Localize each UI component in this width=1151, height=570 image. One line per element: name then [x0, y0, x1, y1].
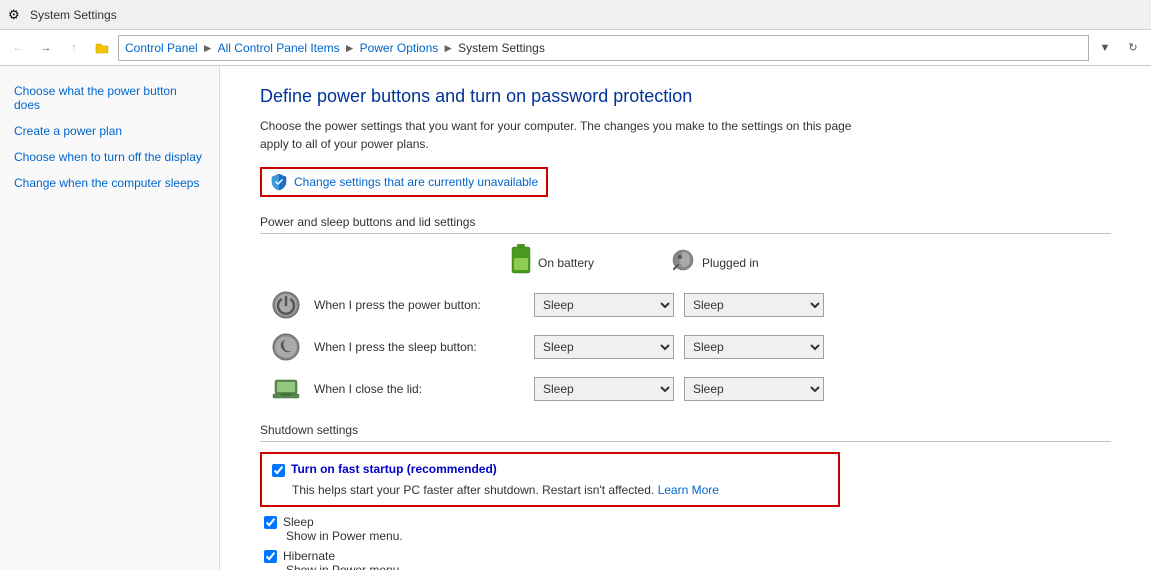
fast-startup-desc: This helps start your PC faster after sh…	[272, 483, 828, 497]
pluggedin-col-label: Plugged in	[702, 256, 759, 270]
shutdown-section-title: Shutdown settings	[260, 423, 1111, 442]
sleep-button-battery-select[interactable]: Sleep Do nothing Hibernate Shut down Tur…	[534, 335, 674, 359]
lid-icon	[270, 373, 302, 405]
main-content: Choose what the power button does Create…	[0, 66, 1151, 570]
dropdown-button[interactable]: ▼	[1093, 36, 1117, 60]
change-settings-text[interactable]: Change settings that are currently unava…	[294, 175, 538, 189]
power-button-battery-select[interactable]: Sleep Do nothing Hibernate Shut down Tur…	[534, 293, 674, 317]
back-button[interactable]: ←	[6, 36, 30, 60]
title-bar: ⚙ System Settings	[0, 0, 1151, 30]
power-button-icon	[270, 289, 302, 321]
lid-label: When I close the lid:	[314, 382, 534, 396]
power-button-dropdowns: Sleep Do nothing Hibernate Shut down Tur…	[534, 293, 824, 317]
right-panel: Define power buttons and turn on passwor…	[220, 66, 1151, 570]
power-button-label: When I press the power button:	[314, 298, 534, 312]
left-nav-change-sleep[interactable]: Change when the computer sleeps	[0, 170, 219, 196]
breadcrumb-control-panel[interactable]: Control Panel	[125, 41, 198, 55]
battery-column-header: On battery	[510, 244, 660, 281]
lid-row: When I close the lid: Sleep Do nothing H…	[260, 373, 1111, 405]
column-headers: On battery Plugged in	[260, 244, 1111, 281]
hibernate-checkbox[interactable]	[264, 550, 277, 563]
shutdown-section: Shutdown settings Turn on fast startup (…	[260, 423, 1111, 570]
battery-icon	[510, 244, 532, 281]
hibernate-item-label[interactable]: Hibernate	[283, 549, 335, 563]
left-nav-create-plan[interactable]: Create a power plan	[0, 118, 219, 144]
window-title: System Settings	[30, 8, 117, 22]
sleep-button-row: When I press the sleep button: Sleep Do …	[260, 331, 1111, 363]
address-bar: ← → ↑ Control Panel ► All Control Panel …	[0, 30, 1151, 66]
up-button[interactable]: ↑	[62, 36, 86, 60]
fast-startup-box: Turn on fast startup (recommended) This …	[260, 452, 840, 507]
pluggedin-icon	[670, 247, 696, 278]
hibernate-item: Hibernate Show in Power menu.	[260, 549, 1111, 570]
sleep-button-label: When I press the sleep button:	[314, 340, 534, 354]
shield-icon	[270, 173, 288, 191]
sleep-item-label[interactable]: Sleep	[283, 515, 314, 529]
breadcrumb-power-options[interactable]: Power Options	[360, 41, 439, 55]
sleep-button-icon	[270, 331, 302, 363]
window-icon: ⚙	[8, 7, 24, 23]
learn-more-link[interactable]: Learn More	[658, 483, 719, 497]
sleep-item-desc: Show in Power menu.	[264, 529, 1111, 543]
battery-col-label: On battery	[538, 256, 594, 270]
hibernate-item-desc: Show in Power menu.	[264, 563, 1111, 570]
sleep-button-plugged-select[interactable]: Sleep Do nothing Hibernate Shut down Tur…	[684, 335, 824, 359]
fast-startup-row: Turn on fast startup (recommended)	[272, 462, 828, 477]
left-nav-display-sleep[interactable]: Choose when to turn off the display	[0, 144, 219, 170]
breadcrumb-all-items[interactable]: All Control Panel Items	[218, 41, 340, 55]
forward-button[interactable]: →	[34, 36, 58, 60]
address-bar-actions: ▼ ↻	[1093, 36, 1145, 60]
power-sleep-section-title: Power and sleep buttons and lid settings	[260, 215, 1111, 234]
left-panel: Choose what the power button does Create…	[0, 66, 220, 570]
fast-startup-checkbox[interactable]	[272, 464, 285, 477]
fast-startup-label[interactable]: Turn on fast startup (recommended)	[291, 462, 497, 476]
refresh-addr-button[interactable]: ↻	[1121, 36, 1145, 60]
power-button-row: When I press the power button: Sleep Do …	[260, 289, 1111, 321]
sleep-checkbox[interactable]	[264, 516, 277, 529]
lid-plugged-select[interactable]: Sleep Do nothing Hibernate Shut down Tur…	[684, 377, 824, 401]
address-breadcrumb: Control Panel ► All Control Panel Items …	[118, 35, 1089, 61]
left-nav-choose-plan[interactable]: Choose what the power button does	[0, 78, 219, 118]
breadcrumb-system-settings: System Settings	[458, 41, 545, 55]
lid-battery-select[interactable]: Sleep Do nothing Hibernate Shut down Tur…	[534, 377, 674, 401]
refresh-button[interactable]	[90, 36, 114, 60]
page-title: Define power buttons and turn on passwor…	[260, 86, 1111, 107]
lid-dropdowns: Sleep Do nothing Hibernate Shut down Tur…	[534, 377, 824, 401]
sleep-button-dropdowns: Sleep Do nothing Hibernate Shut down Tur…	[534, 335, 824, 359]
change-settings-link-box[interactable]: Change settings that are currently unava…	[260, 167, 548, 197]
page-description: Choose the power settings that you want …	[260, 117, 880, 153]
power-button-plugged-select[interactable]: Sleep Do nothing Hibernate Shut down Tur…	[684, 293, 824, 317]
sleep-item: Sleep Show in Power menu.	[260, 515, 1111, 543]
pluggedin-column-header: Plugged in	[670, 247, 820, 278]
